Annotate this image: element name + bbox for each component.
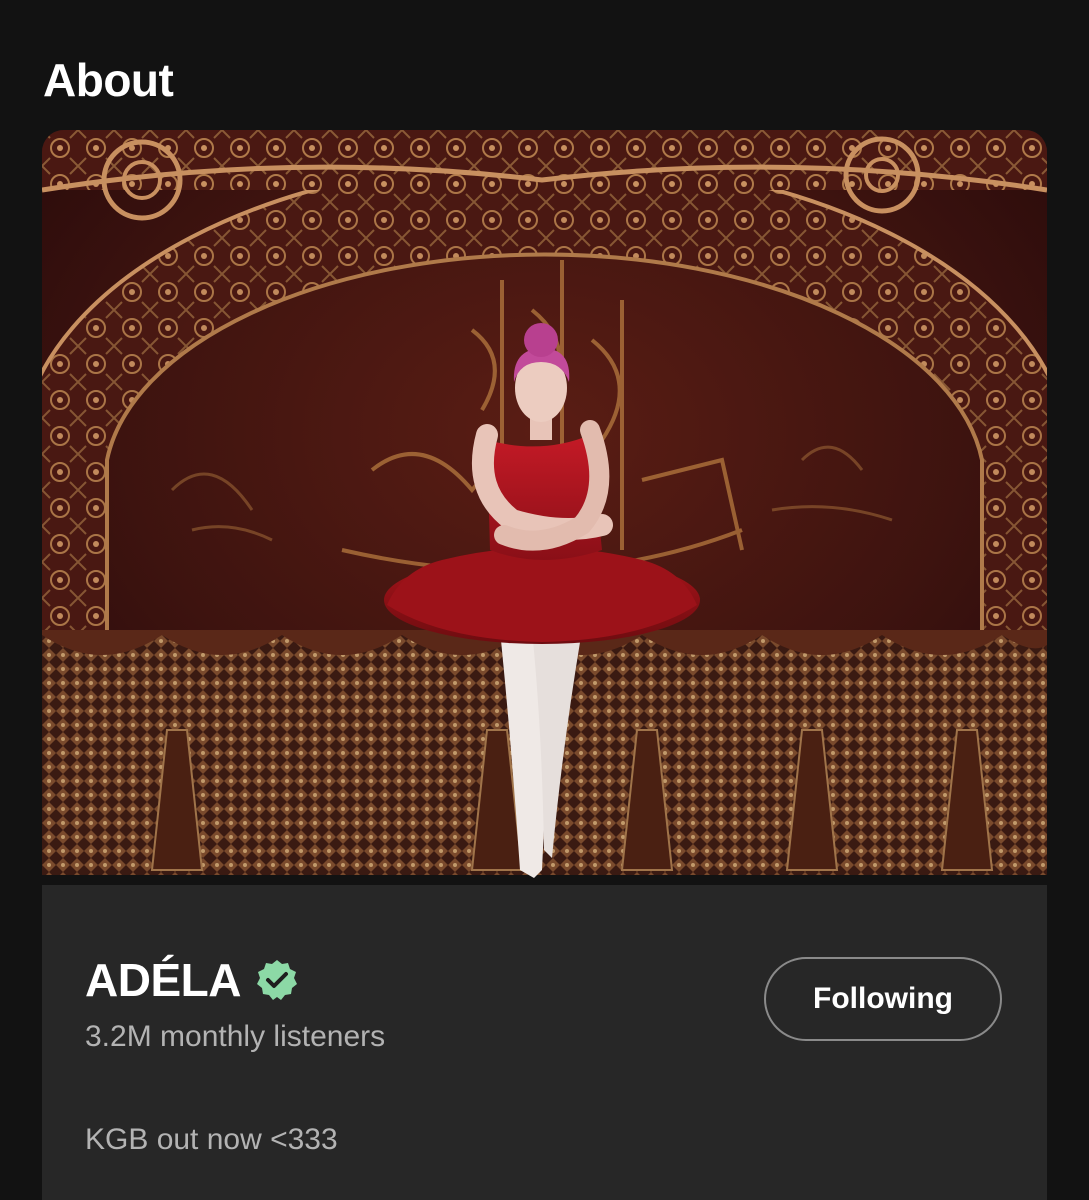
artist-photo [42,130,1047,885]
artist-image[interactable] [42,130,1047,885]
verified-badge-icon [255,958,299,1002]
monthly-listeners: 3.2M monthly listeners [85,1020,386,1053]
following-button[interactable]: Following [764,957,1002,1041]
about-card[interactable]: ADÉLA 3.2M monthly listeners Following K… [42,130,1047,1200]
artist-name-row: ADÉLA [85,955,299,1005]
artist-name[interactable]: ADÉLA [85,955,241,1005]
artist-info-panel: ADÉLA 3.2M monthly listeners Following K… [42,885,1047,1200]
section-title: About [43,54,174,106]
artist-bio: KGB out now <333 [85,1123,338,1156]
